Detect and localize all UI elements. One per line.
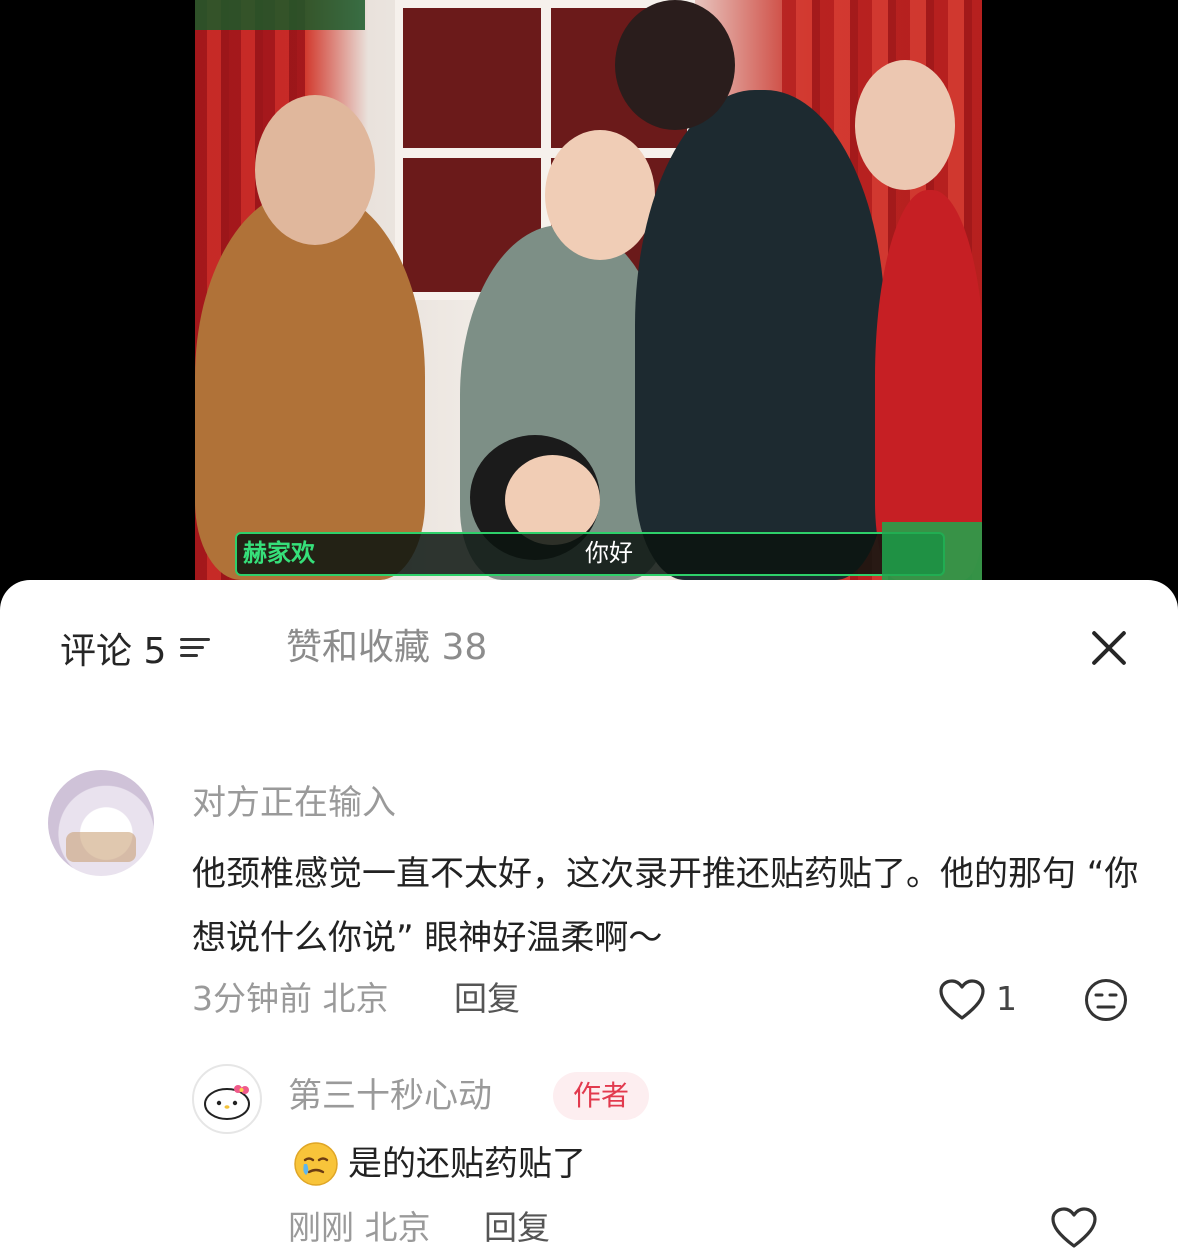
person-man-head — [615, 0, 735, 130]
author-badge: 作者 — [553, 1072, 649, 1120]
tab-likes-favorites[interactable]: 赞和收藏 38 — [286, 620, 487, 676]
like-count: 1 — [996, 979, 1017, 1018]
tab-comments[interactable]: 评论 5 — [60, 620, 211, 676]
video-speaker-name: 赫家欢 — [243, 539, 315, 567]
video-subtitle: 你好 — [585, 539, 633, 567]
tab-comments-label[interactable]: 评论 5 — [60, 622, 166, 674]
show-logo — [882, 522, 982, 580]
person-woman-head — [545, 130, 655, 260]
reply-author[interactable]: 第三十秒心动 — [288, 1072, 492, 1120]
person-left — [195, 190, 425, 580]
avatar[interactable] — [192, 1064, 262, 1134]
avatar[interactable] — [48, 770, 154, 876]
person-right-head — [855, 60, 955, 190]
comment-author[interactable]: 对方正在输入 — [192, 780, 396, 826]
reply-text: 是的还贴药贴了 — [348, 1144, 586, 1184]
meh-face-icon[interactable] — [1084, 978, 1128, 1022]
reply-button[interactable]: 回复 — [454, 976, 520, 1022]
comment-text: 他颈椎感觉一直不太好，这次录开推还贴药贴了。他的那句 “你想说什么你说” 眼神好… — [192, 854, 1139, 958]
comment-meta: 3分钟前 北京 — [192, 979, 389, 1018]
person-man-black-coat — [635, 90, 885, 580]
tearful-smile-emoji — [292, 1140, 340, 1188]
reply-meta: 刚刚 北京 — [288, 1208, 431, 1247]
heart-outline-icon[interactable] — [938, 978, 986, 1022]
sort-icon[interactable] — [180, 634, 211, 662]
heart-outline-icon[interactable] — [1050, 1206, 1098, 1250]
close-icon[interactable] — [1088, 627, 1130, 669]
person-left-head — [255, 95, 375, 245]
video-top-banner — [195, 0, 365, 30]
reply-button[interactable]: 回复 — [484, 1205, 550, 1251]
video-player[interactable]: 赫家欢 你好 — [195, 0, 982, 580]
